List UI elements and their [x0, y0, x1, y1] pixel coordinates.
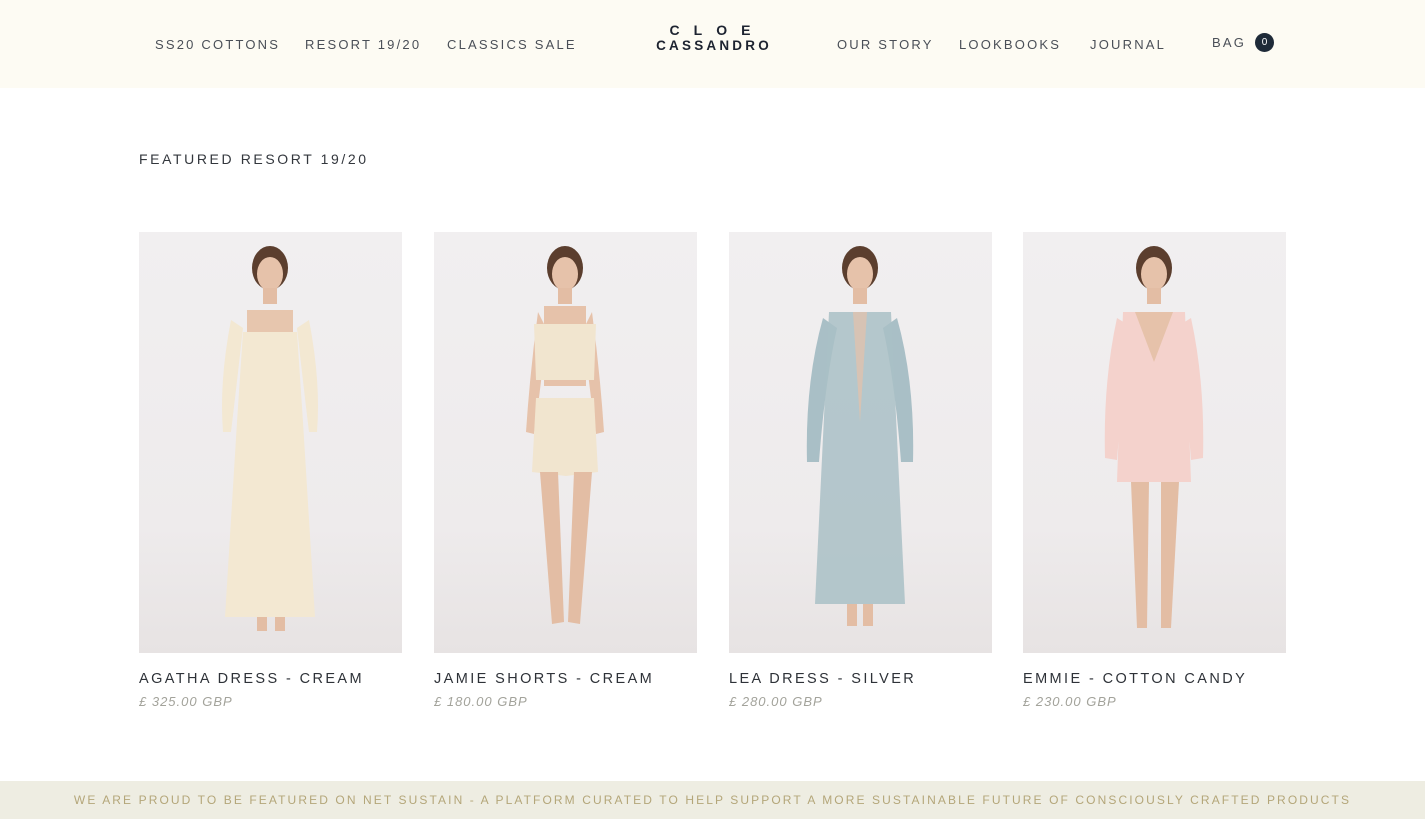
- model-photo-illustration: [806, 246, 914, 626]
- product-price: £ 230.00 GBP: [1023, 694, 1117, 709]
- product-card[interactable]: AGATHA DRESS - CREAM £ 325.00 GBP: [139, 232, 402, 709]
- product-name[interactable]: LEA DRESS - SILVER: [729, 671, 992, 687]
- product-image[interactable]: [139, 232, 402, 653]
- sustainability-banner[interactable]: WE ARE PROUD TO BE FEATURED ON NET SUSTA…: [0, 781, 1425, 819]
- bag-label: BAG: [1212, 35, 1247, 50]
- banner-text[interactable]: WE ARE PROUD TO BE FEATURED ON NET SUSTA…: [74, 793, 1351, 807]
- product-card[interactable]: EMMIE - COTTON CANDY £ 230.00 GBP: [1023, 232, 1286, 709]
- nav-our-story[interactable]: OUR STORY: [837, 37, 934, 52]
- product-name[interactable]: AGATHA DRESS - CREAM: [139, 671, 402, 687]
- product-price: £ 180.00 GBP: [434, 694, 528, 709]
- bag-button[interactable]: BAG 0: [1212, 33, 1275, 52]
- product-card[interactable]: LEA DRESS - SILVER £ 280.00 GBP: [729, 232, 992, 709]
- section-title: FEATURED RESORT 19/20: [139, 151, 369, 167]
- logo-line-1: CLOE: [669, 22, 765, 38]
- model-photo-illustration: [222, 246, 318, 631]
- nav-resort-19-20[interactable]: RESORT 19/20: [305, 37, 421, 52]
- logo-line-2: CASSANDRO: [656, 38, 772, 53]
- product-card[interactable]: JAMIE SHORTS - CREAM £ 180.00 GBP: [434, 232, 697, 709]
- product-image[interactable]: [729, 232, 992, 653]
- product-image[interactable]: [1023, 232, 1286, 653]
- nav-journal[interactable]: JOURNAL: [1090, 37, 1166, 52]
- product-price: £ 280.00 GBP: [729, 694, 823, 709]
- product-name[interactable]: JAMIE SHORTS - CREAM: [434, 671, 697, 687]
- shorts: [532, 398, 598, 476]
- model-photo-illustration: [526, 246, 604, 624]
- nav-ss20-cottons[interactable]: SS20 COTTONS: [155, 37, 280, 52]
- top: [534, 324, 596, 380]
- product-name[interactable]: EMMIE - COTTON CANDY: [1023, 671, 1286, 687]
- product-price: £ 325.00 GBP: [139, 694, 233, 709]
- bag-count-badge: 0: [1255, 33, 1275, 52]
- product-image[interactable]: [434, 232, 697, 653]
- brand-logo[interactable]: CLOE CASSANDRO: [653, 22, 775, 54]
- model-photo-illustration: [1104, 246, 1204, 628]
- site-header: SS20 COTTONS RESORT 19/20 CLASSICS SALE …: [0, 0, 1425, 88]
- dress-body: [225, 332, 315, 617]
- nav-classics-sale[interactable]: CLASSICS SALE: [447, 37, 577, 52]
- nav-lookbooks[interactable]: LOOKBOOKS: [959, 37, 1061, 52]
